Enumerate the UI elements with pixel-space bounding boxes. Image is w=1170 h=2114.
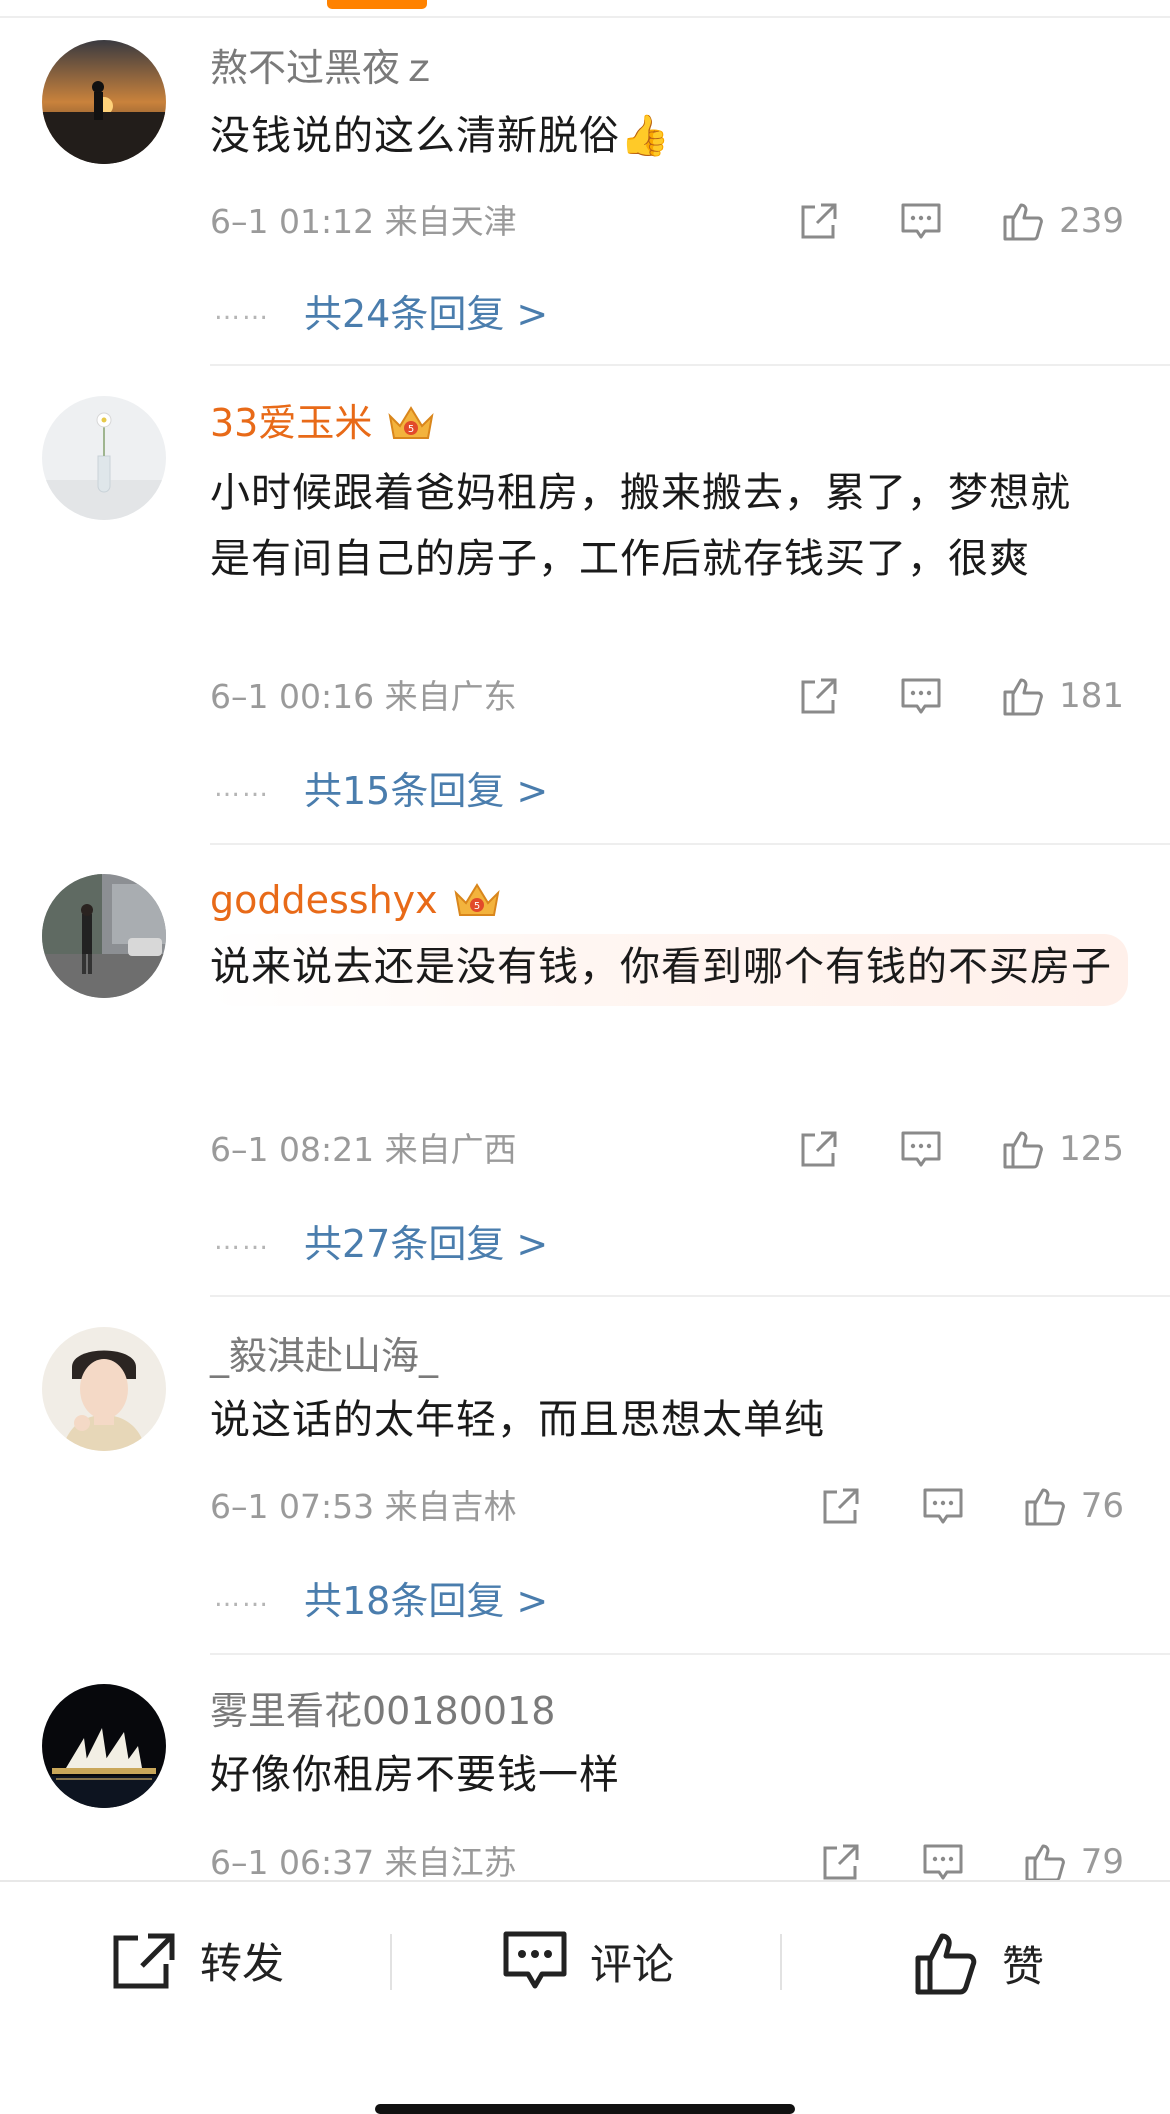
comment-divider — [210, 843, 1170, 845]
avatar[interactable] — [42, 1684, 166, 1808]
comment-icon[interactable] — [921, 1840, 965, 1884]
comment-meta: 6–1 06:37 来自江苏 — [210, 1841, 517, 1885]
like-icon[interactable] — [1023, 1840, 1067, 1884]
like-count: 79 — [1080, 1842, 1124, 1882]
share-icon[interactable] — [797, 199, 841, 243]
like-icon[interactable] — [1001, 674, 1045, 718]
like-icon[interactable] — [1023, 1484, 1067, 1528]
avatar[interactable] — [42, 40, 166, 164]
comment-divider — [210, 1653, 1170, 1655]
comment-username[interactable]: _毅淇赴山海_ — [210, 1331, 438, 1381]
comment-divider — [210, 1295, 1170, 1297]
avatar[interactable] — [42, 874, 166, 998]
comment-actions: 239 — [797, 199, 1124, 243]
like-button[interactable]: 赞 — [914, 1930, 1044, 1996]
like-label: 赞 — [1002, 1941, 1045, 1991]
comment-actions: 76 — [819, 1484, 1124, 1528]
comment-time: 6–1 08:21 — [210, 1130, 375, 1169]
comment-username[interactable]: 熬不过黑夜ｚ — [210, 43, 438, 93]
comment-icon[interactable] — [899, 1127, 943, 1171]
comment-username[interactable]: goddesshyx 5 — [210, 875, 504, 925]
comment-time: 6–1 07:53 — [210, 1487, 375, 1526]
view-replies-link[interactable]: 共24条回复 > — [304, 283, 548, 338]
like-count: 181 — [1059, 676, 1124, 716]
like-count: 239 — [1059, 201, 1124, 241]
comment-location: 来自吉林 — [384, 1487, 517, 1526]
reply-summary[interactable]: …… 共24条回复 > — [214, 283, 548, 338]
username-text[interactable]: _毅淇赴山海_ — [210, 1331, 438, 1381]
comment-divider — [210, 364, 1170, 366]
reply-summary[interactable]: …… 共15条回复 > — [214, 760, 548, 815]
svg-text:5: 5 — [408, 424, 414, 435]
reply-summary[interactable]: …… 共27条回复 > — [214, 1213, 548, 1268]
crown-badge-icon: 5 — [454, 883, 500, 916]
like-icon[interactable] — [1001, 199, 1045, 243]
comment-location: 来自天津 — [384, 202, 517, 241]
reply-dots: …… — [214, 295, 270, 326]
comment-button[interactable]: 评论 — [502, 1930, 674, 1992]
comment-actions: 125 — [797, 1127, 1124, 1171]
username-text[interactable]: goddesshyx — [210, 875, 438, 925]
comment-meta: 6–1 00:16 来自广东 — [210, 675, 517, 719]
comment-icon[interactable] — [899, 674, 943, 718]
active-tab-indicator — [327, 0, 427, 9]
comment-actions: 181 — [797, 674, 1124, 718]
bottom-bar-divider — [390, 1934, 392, 1990]
svg-text:5: 5 — [473, 901, 479, 912]
comment-text: 好像你租房不要钱一样 — [210, 1752, 620, 1798]
like-count: 76 — [1080, 1486, 1124, 1526]
comment-time: 6–1 00:16 — [210, 677, 375, 716]
comment-location: 来自广东 — [384, 677, 517, 716]
comment-text: 没钱说的这么清新脱俗👍 — [210, 113, 671, 159]
like-icon — [915, 1933, 977, 1995]
comment-text: 说来说去还是没有钱，你看到哪个有钱的不买房子 — [210, 934, 1128, 1006]
avatar[interactable] — [42, 1327, 166, 1451]
top-divider — [0, 16, 1170, 18]
username-text[interactable]: 雾里看花00180018 — [210, 1686, 555, 1736]
comment-username[interactable]: 雾里看花00180018 — [210, 1686, 555, 1736]
view-replies-link[interactable]: 共27条回复 > — [304, 1213, 548, 1268]
bottom-bar-divider — [780, 1934, 782, 1990]
comment-icon — [503, 1931, 567, 1989]
reply-summary[interactable]: …… 共18条回复 > — [214, 1570, 548, 1625]
like-icon[interactable] — [1001, 1127, 1045, 1171]
comment-actions: 79 — [819, 1840, 1124, 1884]
share-icon[interactable] — [797, 1127, 841, 1171]
bottom-action-bar: 转发 评论 赞 — [0, 1880, 1170, 2113]
comment-icon[interactable] — [899, 199, 943, 243]
comment-time: 6–1 06:37 — [210, 1843, 375, 1882]
repost-icon — [113, 1933, 175, 1988]
share-icon[interactable] — [819, 1840, 863, 1884]
avatar[interactable] — [42, 396, 166, 520]
comment-text: 说这话的太年轻，而且思想太单纯 — [210, 1397, 825, 1443]
comment-username[interactable]: 33爱玉米 5 — [210, 398, 438, 448]
comment-text: 小时候跟着爸妈租房，搬来搬去，累了，梦想就是有间自己的房子，工作后就存钱买了，很… — [210, 470, 1071, 582]
comment-meta: 6–1 08:21 来自广西 — [210, 1128, 517, 1172]
comment-location: 来自广西 — [384, 1130, 517, 1169]
comment-meta: 6–1 01:12 来自天津 — [210, 200, 517, 244]
username-text[interactable]: 33爱玉米 — [210, 398, 372, 448]
share-icon[interactable] — [797, 674, 841, 718]
comment-label: 评论 — [590, 1939, 675, 1989]
comment-location: 来自江苏 — [384, 1843, 517, 1882]
reply-dots: …… — [214, 1225, 270, 1256]
comment-time: 6–1 01:12 — [210, 202, 375, 241]
repost-label: 转发 — [200, 1939, 285, 1988]
view-replies-link[interactable]: 共18条回复 > — [304, 1570, 548, 1625]
crown-badge-icon: 5 — [388, 406, 434, 439]
like-count: 125 — [1059, 1129, 1124, 1169]
username-text[interactable]: 熬不过黑夜ｚ — [210, 43, 438, 93]
repost-button[interactable]: 转发 — [112, 1930, 284, 1991]
comment-meta: 6–1 07:53 来自吉林 — [210, 1485, 517, 1529]
reply-dots: …… — [214, 1582, 270, 1613]
reply-dots: …… — [214, 772, 270, 803]
view-replies-link[interactable]: 共15条回复 > — [304, 760, 548, 815]
share-icon[interactable] — [819, 1484, 863, 1528]
home-indicator — [375, 2104, 795, 2114]
comment-icon[interactable] — [921, 1484, 965, 1528]
